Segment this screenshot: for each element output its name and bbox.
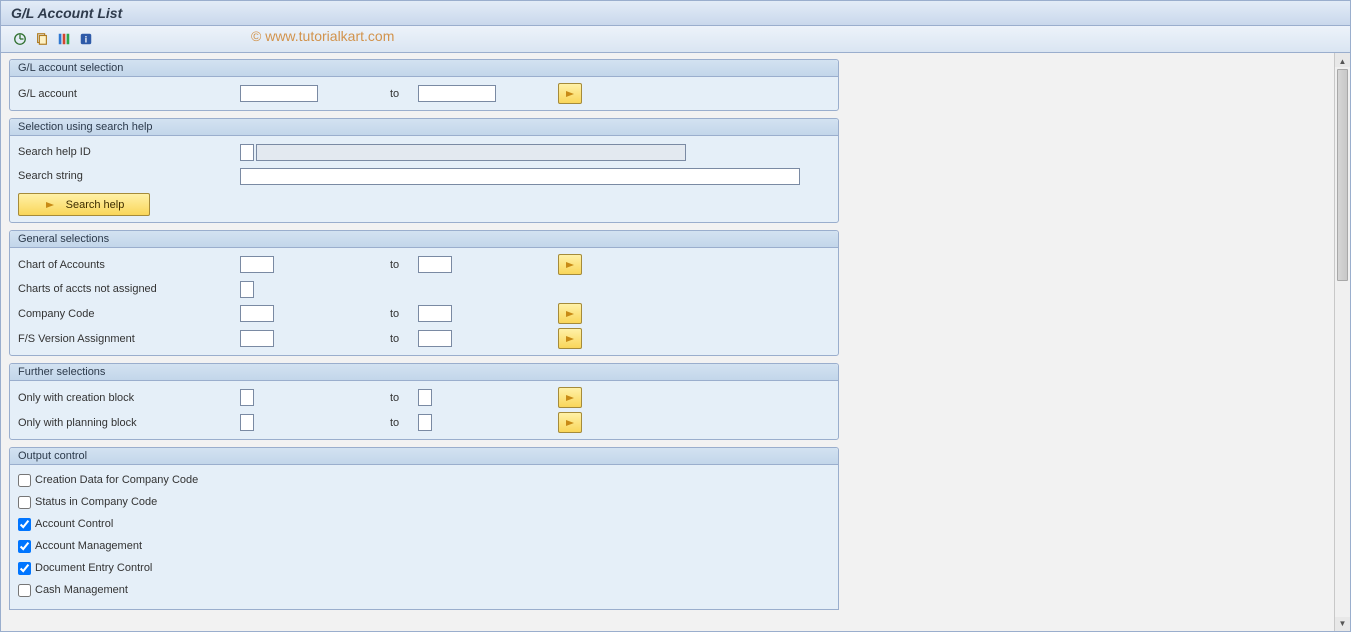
vertical-scrollbar[interactable]: ▲ ▼ bbox=[1334, 53, 1350, 631]
group-header: Further selections bbox=[10, 364, 838, 381]
multi-select-button[interactable] bbox=[558, 412, 582, 433]
company-code-to-input[interactable] bbox=[418, 305, 452, 322]
to-label: to bbox=[390, 308, 418, 320]
to-label: to bbox=[390, 333, 418, 345]
output-checkbox[interactable] bbox=[18, 540, 31, 553]
toolbar: i © www.tutorialkart.com bbox=[1, 26, 1350, 53]
output-checkbox-row: Account Control bbox=[18, 515, 830, 533]
output-checkbox-label: Cash Management bbox=[35, 584, 128, 596]
fs-version-label: F/S Version Assignment bbox=[18, 333, 240, 345]
scrollbar-thumb[interactable] bbox=[1337, 69, 1348, 281]
fs-version-from-input[interactable] bbox=[240, 330, 274, 347]
group-header: Output control bbox=[10, 448, 838, 465]
company-code-label: Company Code bbox=[18, 308, 240, 320]
scrollbar-down-arrow-icon[interactable]: ▼ bbox=[1337, 617, 1349, 629]
svg-text:i: i bbox=[85, 35, 87, 45]
group-header: General selections bbox=[10, 231, 838, 248]
creation-block-to-input[interactable] bbox=[418, 389, 432, 406]
to-label: to bbox=[390, 88, 418, 100]
execute-icon[interactable] bbox=[11, 30, 29, 48]
titlebar: G/L Account List bbox=[1, 1, 1350, 26]
output-checkbox[interactable] bbox=[18, 584, 31, 597]
planning-block-label: Only with planning block bbox=[18, 417, 240, 429]
output-checkbox[interactable] bbox=[18, 496, 31, 509]
output-checkbox-row: Status in Company Code bbox=[18, 493, 830, 511]
output-checkbox-label: Account Control bbox=[35, 518, 113, 530]
chart-of-accounts-from-input[interactable] bbox=[240, 256, 274, 273]
watermark: © www.tutorialkart.com bbox=[251, 28, 394, 44]
output-checkbox-label: Account Management bbox=[35, 540, 142, 552]
color-bars-icon[interactable] bbox=[55, 30, 73, 48]
multi-select-button[interactable] bbox=[558, 83, 582, 104]
group-header: G/L account selection bbox=[10, 60, 838, 77]
multi-select-button[interactable] bbox=[558, 328, 582, 349]
group-header: Selection using search help bbox=[10, 119, 838, 136]
multi-select-button[interactable] bbox=[558, 387, 582, 408]
scrollbar-track[interactable] bbox=[1335, 67, 1350, 617]
output-checkbox-label: Status in Company Code bbox=[35, 496, 157, 508]
group-gl-account-selection: G/L account selection G/L account to bbox=[9, 59, 839, 111]
info-icon[interactable]: i bbox=[77, 30, 95, 48]
fs-version-to-input[interactable] bbox=[418, 330, 452, 347]
charts-not-assigned-input[interactable] bbox=[240, 281, 254, 298]
charts-not-assigned-label: Charts of accts not assigned bbox=[18, 283, 240, 295]
group-search-help: Selection using search help Search help … bbox=[9, 118, 839, 223]
output-checkbox-row: Account Management bbox=[18, 537, 830, 555]
output-checkbox-row: Creation Data for Company Code bbox=[18, 471, 830, 489]
app-window: G/L Account List i © www.tutorialkart.co… bbox=[0, 0, 1351, 632]
output-checkbox[interactable] bbox=[18, 518, 31, 531]
output-checkbox-label: Creation Data for Company Code bbox=[35, 474, 198, 486]
creation-block-from-input[interactable] bbox=[240, 389, 254, 406]
gl-account-to-input[interactable] bbox=[418, 85, 496, 102]
creation-block-label: Only with creation block bbox=[18, 392, 240, 404]
planning-block-to-input[interactable] bbox=[418, 414, 432, 431]
output-checkbox[interactable] bbox=[18, 562, 31, 575]
output-checkbox-row: Cash Management bbox=[18, 581, 830, 599]
multi-select-button[interactable] bbox=[558, 254, 582, 275]
search-help-id-desc-input[interactable] bbox=[256, 144, 686, 161]
chart-of-accounts-to-input[interactable] bbox=[418, 256, 452, 273]
output-checkbox[interactable] bbox=[18, 474, 31, 487]
to-label: to bbox=[390, 259, 418, 271]
to-label: to bbox=[390, 392, 418, 404]
variant-icon[interactable] bbox=[33, 30, 51, 48]
chart-of-accounts-label: Chart of Accounts bbox=[18, 259, 240, 271]
output-checkbox-row: Document Entry Control bbox=[18, 559, 830, 577]
planning-block-from-input[interactable] bbox=[240, 414, 254, 431]
content: G/L account selection G/L account to Se bbox=[1, 53, 1334, 631]
page-title: G/L Account List bbox=[11, 5, 122, 21]
search-help-id-code-input[interactable] bbox=[240, 144, 254, 161]
content-wrap: G/L account selection G/L account to Se bbox=[1, 53, 1350, 631]
search-string-input[interactable] bbox=[240, 168, 800, 185]
search-help-button-label: Search help bbox=[66, 199, 125, 211]
group-further-selections: Further selections Only with creation bl… bbox=[9, 363, 839, 440]
group-general-selections: General selections Chart of Accounts to … bbox=[9, 230, 839, 356]
group-output-control: Output control Creation Data for Company… bbox=[9, 447, 839, 610]
company-code-from-input[interactable] bbox=[240, 305, 274, 322]
search-string-label: Search string bbox=[18, 170, 240, 182]
search-help-id-label: Search help ID bbox=[18, 146, 240, 158]
scrollbar-up-arrow-icon[interactable]: ▲ bbox=[1337, 55, 1349, 67]
multi-select-button[interactable] bbox=[558, 303, 582, 324]
output-checkbox-label: Document Entry Control bbox=[35, 562, 152, 574]
to-label: to bbox=[390, 417, 418, 429]
search-help-button[interactable]: Search help bbox=[18, 193, 150, 216]
gl-account-label: G/L account bbox=[18, 88, 240, 100]
gl-account-from-input[interactable] bbox=[240, 85, 318, 102]
